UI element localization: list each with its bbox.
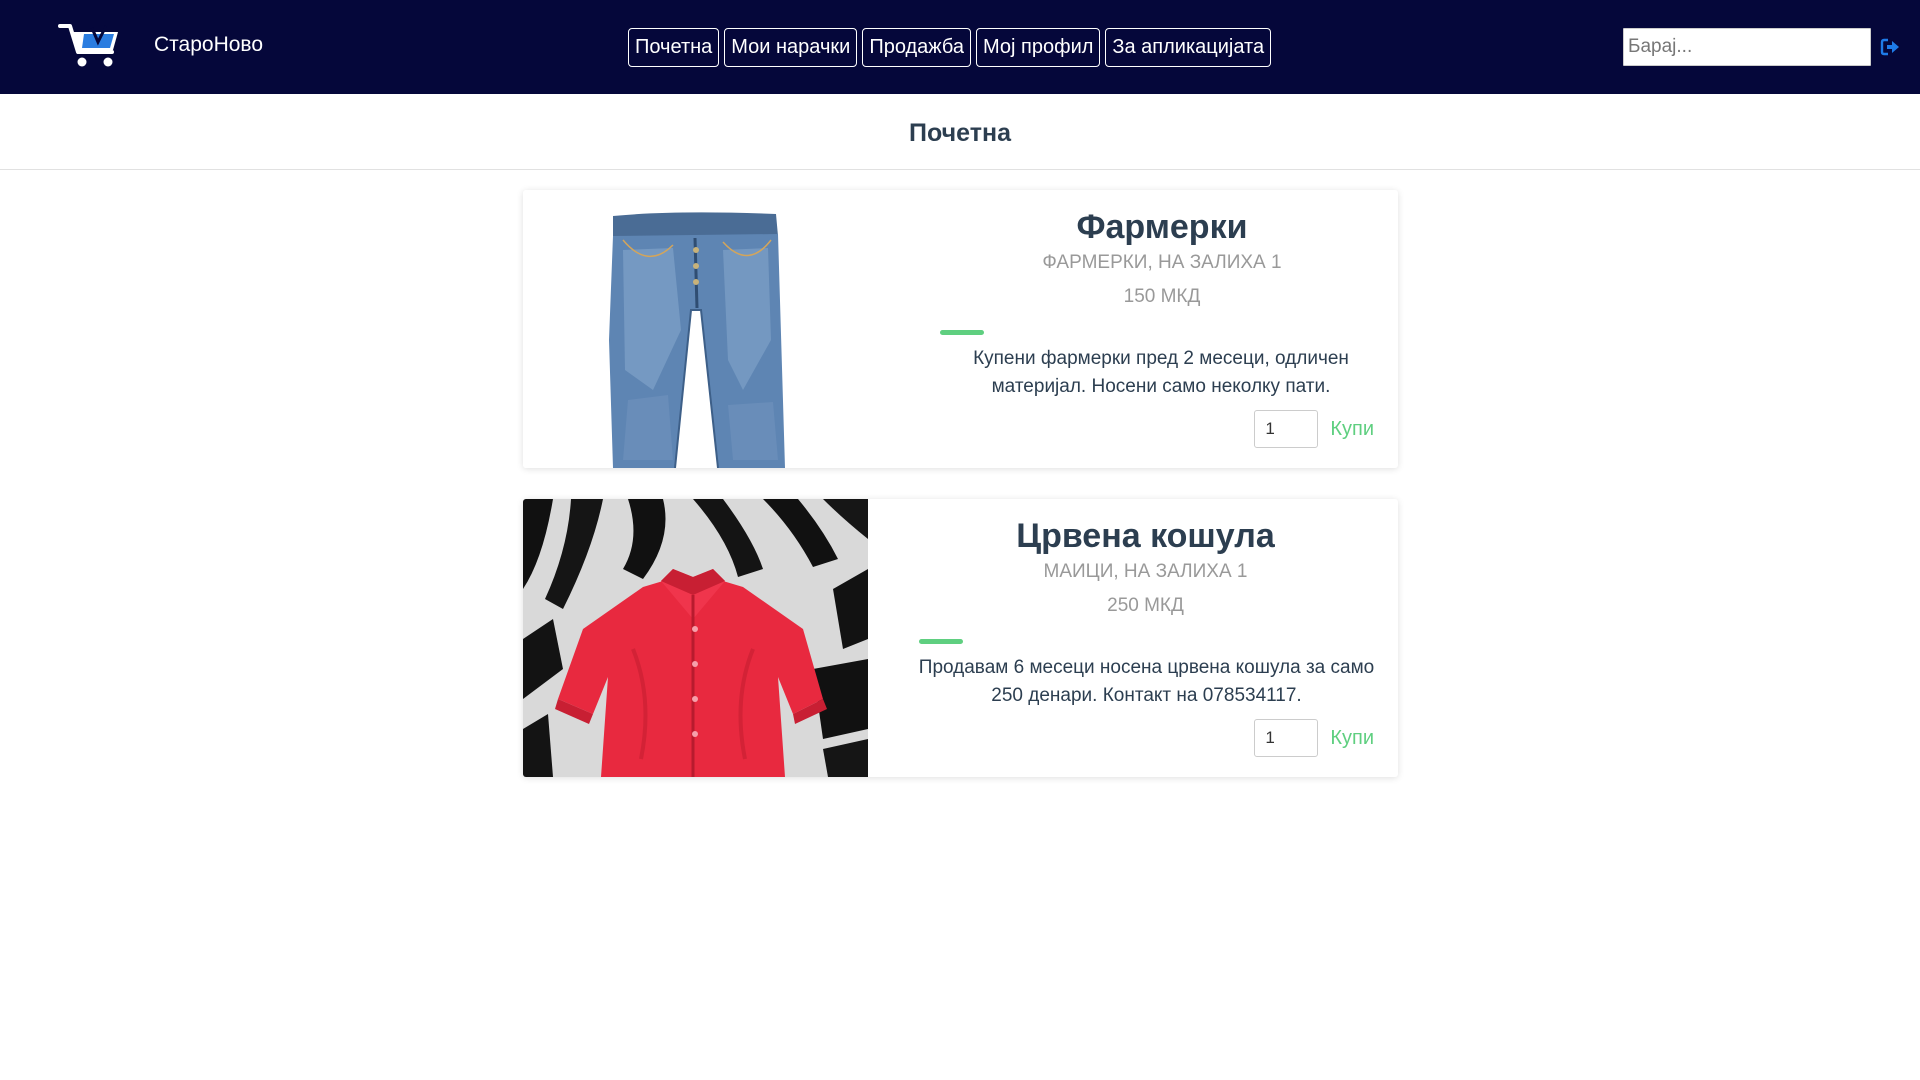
product-price: 150 МКД (1123, 286, 1201, 307)
product-name[interactable]: Црвена кошула (893, 515, 1398, 557)
accent-divider (940, 330, 984, 335)
nav-sell[interactable]: Продажба (862, 28, 972, 67)
product-card: Црвена кошула МАИЦИ, НА ЗАЛИХА 1 250 МКД… (523, 499, 1398, 777)
buy-row: Купи (1254, 719, 1374, 757)
nav-home[interactable]: Почетна (628, 28, 720, 67)
product-info: Фармерки ФАРМЕРКИ, НА ЗАЛИХА 1 150 МКД К… (926, 190, 1398, 468)
cart-logo-icon[interactable] (58, 20, 124, 70)
jeans-photo-icon (523, 190, 868, 468)
buy-row: Купи (1254, 410, 1374, 448)
page-title: Почетна (909, 119, 1011, 147)
sign-in-arrow-icon[interactable] (1880, 37, 1900, 57)
accent-divider (919, 639, 963, 644)
quantity-input[interactable] (1254, 410, 1319, 448)
nav-about-app[interactable]: За апликацијата (1105, 28, 1272, 67)
product-price: 250 МКД (1107, 595, 1184, 616)
nav-my-orders[interactable]: Мои нарачки (724, 28, 858, 67)
buy-button[interactable]: Купи (1330, 725, 1374, 751)
search-input[interactable] (1623, 28, 1871, 66)
product-name[interactable]: Фармерки (926, 206, 1398, 248)
page-title-bar: Почетна (0, 94, 1920, 170)
quantity-input[interactable] (1254, 719, 1319, 757)
product-card: Фармерки ФАРМЕРКИ, НА ЗАЛИХА 1 150 МКД К… (523, 190, 1398, 468)
product-description: Продавам 6 месеци носена црвена кошула з… (918, 657, 1375, 706)
red-shirt-photo-icon (523, 499, 868, 777)
top-navbar: СтароНово Почетна Мои нарачки Продажба М… (0, 0, 1920, 94)
nav-my-profile[interactable]: Мој профил (976, 28, 1101, 67)
main-nav: Почетна Мои нарачки Продажба Мој профил … (628, 28, 1272, 67)
product-description: Купени фармерки пред 2 месеци, одличен м… (973, 348, 1349, 397)
brand-name[interactable]: СтароНово (154, 32, 263, 58)
product-info: Црвена кошула МАИЦИ, НА ЗАЛИХА 1 250 МКД… (893, 499, 1398, 777)
product-category-stock: ФАРМЕРКИ, НА ЗАЛИХА 1 (1042, 252, 1282, 273)
product-category-stock: МАИЦИ, НА ЗАЛИХА 1 (1043, 561, 1248, 582)
buy-button[interactable]: Купи (1330, 416, 1374, 442)
